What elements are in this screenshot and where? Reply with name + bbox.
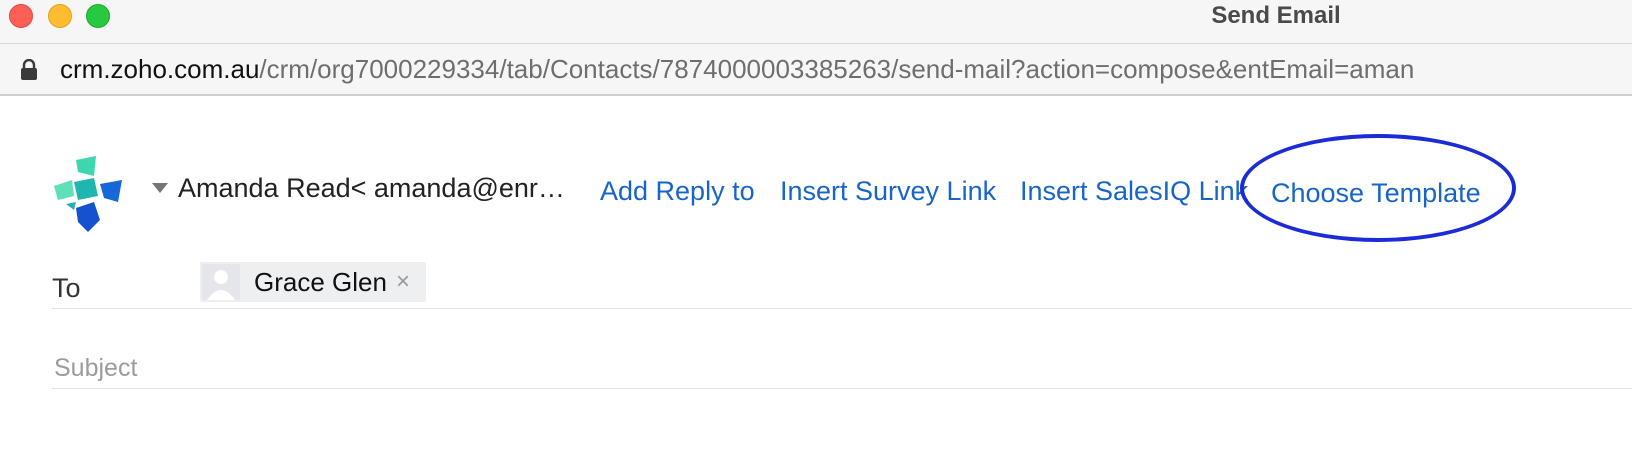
avatar-icon [202,264,240,300]
divider [52,308,1632,309]
from-address-select[interactable]: Amanda Read< amanda@enr… [178,173,568,204]
minimize-window-button[interactable] [48,4,72,28]
highlight-annotation [1240,134,1516,242]
address-bar[interactable]: crm.zoho.com.au/crm/org7000229334/tab/Co… [0,44,1632,96]
url-host: crm.zoho.com.au [60,54,260,84]
url-path: /crm/org7000229334/tab/Contacts/78740000… [259,54,1415,84]
close-window-button[interactable] [9,4,33,28]
lock-icon [20,58,38,86]
caret-down-icon[interactable] [152,182,168,200]
subject-input[interactable] [54,354,1554,383]
url-text[interactable]: crm.zoho.com.au/crm/org7000229334/tab/Co… [60,54,1414,85]
window-titlebar: Send Email [0,0,1632,44]
insert-survey-link[interactable]: Insert Survey Link [780,176,996,207]
recipient-chip[interactable]: Grace Glen × [200,262,426,302]
window-title: Send Email [1211,2,1341,29]
insert-salesiq-link[interactable]: Insert SalesIQ Link [1020,176,1248,207]
compose-form: Amanda Read< amanda@enr… Add Reply to In… [0,96,1632,460]
zoom-window-button[interactable] [86,4,110,28]
add-reply-to-link[interactable]: Add Reply to [600,176,755,207]
recipient-name: Grace Glen [254,267,387,297]
zoho-crm-logo-icon [48,156,126,237]
divider [52,388,1632,389]
close-icon[interactable]: × [396,268,410,296]
to-label: To [52,273,81,303]
